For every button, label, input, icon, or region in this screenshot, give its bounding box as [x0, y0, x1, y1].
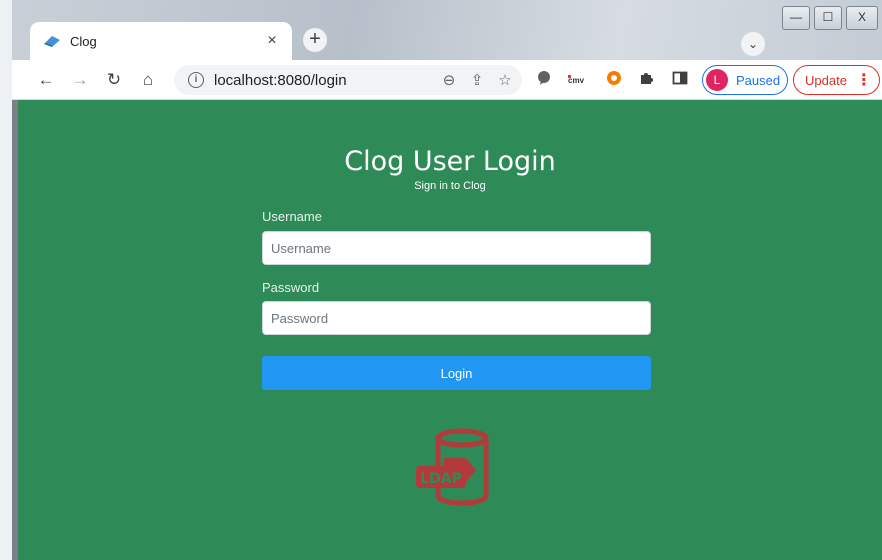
- extensions-icon[interactable]: [636, 70, 656, 90]
- zoom-out-icon[interactable]: ⊖: [438, 71, 460, 89]
- update-button[interactable]: Update ⋮: [793, 65, 880, 95]
- ldap-logo: LDAP: [414, 428, 498, 512]
- profile-status: Paused: [736, 72, 781, 88]
- tab-search-button[interactable]: ⌄: [741, 32, 765, 56]
- clog-favicon-icon: [42, 33, 62, 49]
- side-panel-icon[interactable]: [670, 70, 690, 90]
- new-tab-button[interactable]: +: [303, 28, 327, 52]
- login-page: Clog User Login Sign in to Clog Username…: [18, 100, 882, 560]
- bookmark-star-icon[interactable]: ☆: [494, 71, 516, 89]
- browser-tab[interactable]: Clog ×: [30, 22, 292, 60]
- browser-toolbar: ← → ↻ ⌂ i localhost:8080/login ⊖ ⇪ ☆ cmv…: [12, 60, 882, 100]
- minimize-button[interactable]: —: [782, 6, 810, 30]
- ldap-logo-text: LDAP: [420, 471, 462, 487]
- username-input[interactable]: [262, 231, 651, 265]
- share-icon[interactable]: ⇪: [466, 71, 488, 89]
- close-window-button[interactable]: X: [846, 6, 878, 30]
- login-button[interactable]: Login: [262, 356, 651, 390]
- profile-button[interactable]: L Paused: [702, 65, 788, 95]
- page-subtitle: Sign in to Clog: [414, 180, 486, 192]
- extension-cmv-icon[interactable]: cmv: [568, 70, 588, 90]
- extension-lifebuoy-icon[interactable]: [604, 70, 624, 90]
- update-label: Update: [805, 72, 847, 88]
- back-icon[interactable]: ←: [34, 68, 58, 92]
- extension-speech-icon[interactable]: [534, 70, 554, 90]
- address-bar[interactable]: i localhost:8080/login ⊖ ⇪ ☆: [174, 65, 522, 95]
- tab-title: Clog: [70, 33, 97, 49]
- username-label: Username: [262, 209, 322, 224]
- url-text[interactable]: localhost:8080/login: [214, 72, 438, 89]
- reload-icon[interactable]: ↻: [102, 68, 126, 92]
- home-icon[interactable]: ⌂: [136, 68, 160, 92]
- avatar: L: [706, 69, 728, 91]
- menu-icon[interactable]: ⋮: [856, 70, 872, 90]
- password-label: Password: [262, 280, 320, 295]
- info-icon[interactable]: i: [188, 72, 204, 88]
- browser-titlebar: Clog × + ⌄ — ☐ X: [0, 0, 882, 560]
- tab-close-icon[interactable]: ×: [264, 33, 280, 49]
- maximize-button[interactable]: ☐: [814, 6, 842, 30]
- password-input[interactable]: [262, 301, 651, 335]
- forward-icon[interactable]: →: [68, 68, 92, 92]
- page-title: Clog User Login: [344, 146, 556, 177]
